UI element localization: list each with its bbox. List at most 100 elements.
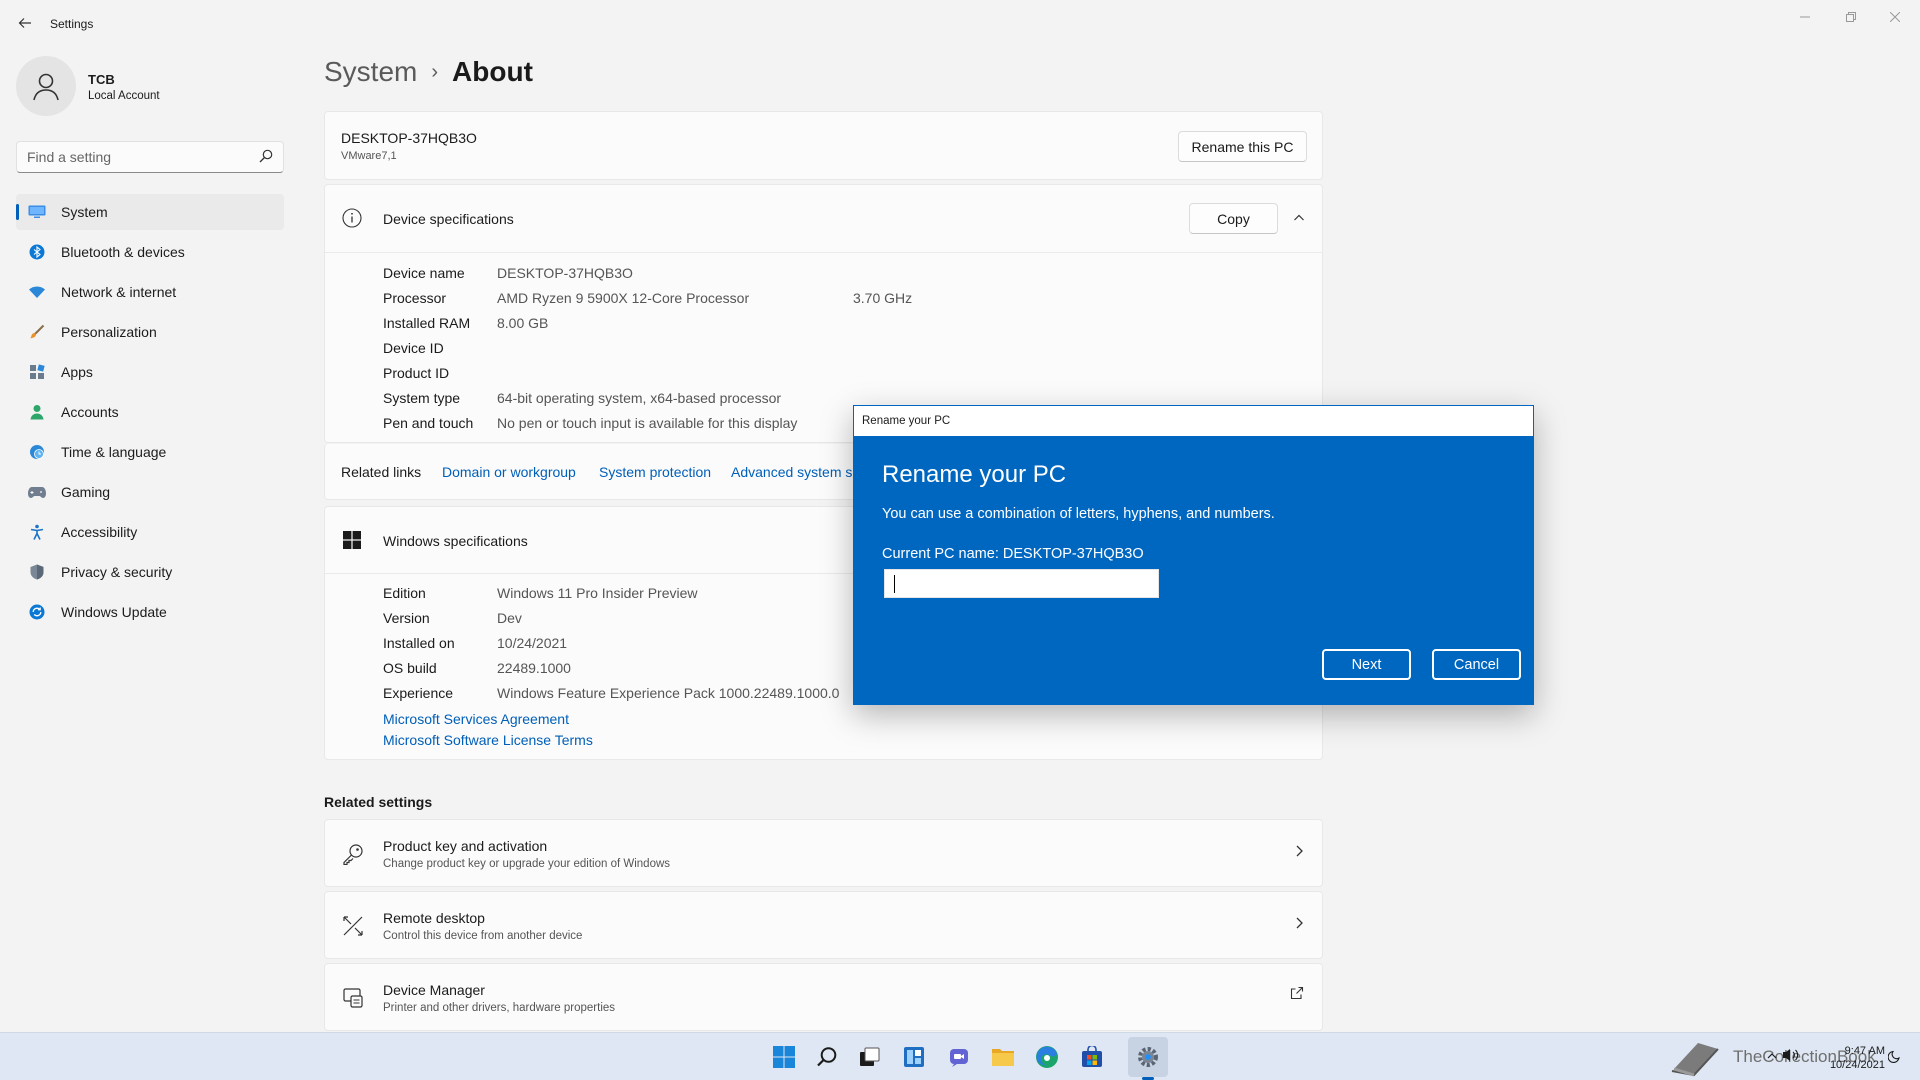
- spec-key: Processor: [383, 290, 447, 306]
- related-setting-remote-desktop[interactable]: Remote desktop Control this device from …: [324, 891, 1323, 959]
- controller-icon: [28, 483, 46, 501]
- spec-value: 64-bit operating system, x64-based proce…: [497, 390, 782, 406]
- spec-key: Installed RAM: [383, 315, 471, 331]
- sidebar-item-network[interactable]: Network & internet: [16, 274, 284, 310]
- chat-icon[interactable]: [945, 1043, 973, 1071]
- focus-assist-icon[interactable]: [1887, 1049, 1902, 1068]
- spec-row-device-id: Device ID: [383, 340, 497, 356]
- spec-value: DESKTOP-37HQB3O: [497, 265, 633, 281]
- text-cursor: [894, 575, 895, 593]
- window-title: Settings: [50, 17, 94, 31]
- related-settings-title: Related settings: [324, 794, 433, 810]
- shield-icon: [28, 563, 46, 581]
- taskbar-search-icon[interactable]: [813, 1043, 841, 1071]
- sidebar-item-system[interactable]: System: [16, 194, 284, 230]
- breadcrumb-parent[interactable]: System: [324, 56, 417, 87]
- divider: [325, 252, 1322, 253]
- microsoft-store-icon[interactable]: [1078, 1043, 1106, 1071]
- spec-key: Installed on: [383, 635, 455, 651]
- dialog-heading: Rename your PC: [882, 461, 1067, 488]
- related-links-label: Related links: [341, 464, 422, 480]
- spec-row-pen-touch: Pen and touch No pen or touch input is av…: [383, 415, 797, 431]
- windows-logo-icon: [343, 531, 361, 554]
- sidebar-item-personalization[interactable]: Personalization: [16, 314, 284, 350]
- pc-name: DESKTOP-37HQB3O: [341, 130, 477, 146]
- update-icon: [28, 603, 46, 621]
- new-pc-name-input[interactable]: [884, 569, 1159, 598]
- related-setting-name: Device Manager: [383, 982, 485, 998]
- sidebar-item-accessibility[interactable]: Accessibility: [16, 514, 284, 550]
- spec-key: Experience: [383, 685, 454, 701]
- monitor-icon: [28, 203, 46, 221]
- related-setting-desc: Change product key or upgrade your editi…: [383, 858, 671, 870]
- sidebar-item-gaming[interactable]: Gaming: [16, 474, 284, 510]
- sidebar-item-label: Accessibility: [61, 524, 138, 540]
- sidebar-item-label: Windows Update: [61, 604, 167, 620]
- volume-icon[interactable]: [1782, 1047, 1800, 1068]
- link-license-terms[interactable]: Microsoft Software License Terms: [383, 732, 593, 748]
- copy-button[interactable]: Copy: [1189, 203, 1278, 234]
- task-view-icon[interactable]: [856, 1043, 884, 1071]
- sidebar-item-label: Time & language: [61, 444, 167, 460]
- sidebar-item-time-language[interactable]: Time & language: [16, 434, 284, 470]
- spec-value: AMD Ryzen 9 5900X 12-Core Processor: [497, 290, 750, 306]
- taskbar: TheCollectionBook 9:47 AM 10/24/2021: [0, 1032, 1920, 1080]
- clock-time[interactable]: 9:47 AM: [1845, 1045, 1885, 1057]
- current-pc-name: Current PC name: DESKTOP-37HQB3O: [882, 546, 1144, 562]
- link-domain-workgroup[interactable]: Domain or workgroup: [442, 464, 576, 480]
- dialog-window-title: Rename your PC: [862, 415, 951, 427]
- widgets-icon[interactable]: [900, 1043, 928, 1071]
- sidebar-item-accounts[interactable]: Accounts: [16, 394, 284, 430]
- chevron-up-icon[interactable]: [1293, 211, 1305, 229]
- spec-key: Product ID: [383, 365, 450, 381]
- link-services-agreement[interactable]: Microsoft Services Agreement: [383, 711, 569, 727]
- breadcrumb: System › About: [324, 56, 533, 88]
- pc-name-card: DESKTOP-37HQB3O VMware7,1 Rename this PC: [324, 111, 1323, 180]
- pc-model: VMware7,1: [341, 150, 397, 162]
- settings-gear-icon[interactable]: [1134, 1043, 1162, 1071]
- spec-row-product-id: Product ID: [383, 365, 497, 381]
- spec-row-processor: Processor AMD Ryzen 9 5900X 12-Core Proce…: [383, 290, 983, 306]
- link-advanced-system-settings[interactable]: Advanced system se: [731, 464, 860, 480]
- related-setting-device-manager[interactable]: Device Manager Printer and other drivers…: [324, 963, 1323, 1031]
- minimize-button[interactable]: [1782, 6, 1828, 28]
- link-system-protection[interactable]: System protection: [599, 464, 711, 480]
- related-setting-name: Product key and activation: [383, 838, 548, 854]
- sidebar-item-privacy-security[interactable]: Privacy & security: [16, 554, 284, 590]
- start-icon[interactable]: [770, 1043, 798, 1071]
- title-bar: Settings: [0, 0, 1920, 48]
- sidebar-item-label: Network & internet: [61, 284, 177, 300]
- spec-key: Device ID: [383, 340, 444, 356]
- close-button[interactable]: [1872, 6, 1918, 28]
- device-manager-icon: [341, 986, 365, 1010]
- rename-pc-button[interactable]: Rename this PC: [1178, 131, 1307, 162]
- device-specs-header[interactable]: Device specifications Copy: [325, 185, 1322, 252]
- sidebar-nav: System Bluetooth & devices Network & int…: [16, 194, 284, 634]
- spec-value: Dev: [497, 610, 522, 626]
- dialog-title-bar[interactable]: Rename your PC: [854, 406, 1533, 436]
- wifi-icon: [28, 283, 46, 301]
- sidebar-item-apps[interactable]: Apps: [16, 354, 284, 390]
- search-icon[interactable]: [259, 149, 273, 168]
- edge-browser-icon[interactable]: [1033, 1043, 1061, 1071]
- cancel-button[interactable]: Cancel: [1432, 649, 1521, 680]
- sidebar-item-label: Personalization: [61, 324, 157, 340]
- spec-row-edition: Edition Windows 11 Pro Insider Preview: [383, 585, 697, 601]
- back-arrow-icon[interactable]: [14, 12, 36, 34]
- file-explorer-icon[interactable]: [989, 1043, 1017, 1071]
- related-setting-desc: Printer and other drivers, hardware prop…: [383, 1002, 616, 1014]
- sidebar-item-windows-update[interactable]: Windows Update: [16, 594, 284, 630]
- sidebar-item-bluetooth[interactable]: Bluetooth & devices: [16, 234, 284, 270]
- apps-icon: [28, 363, 46, 381]
- search-input[interactable]: [17, 142, 247, 172]
- chevron-up-icon[interactable]: [1766, 1049, 1778, 1067]
- next-button[interactable]: Next: [1322, 649, 1411, 680]
- clock-date[interactable]: 10/24/2021: [1830, 1059, 1885, 1071]
- sidebar-item-label: Privacy & security: [61, 564, 173, 580]
- page-title: About: [452, 56, 533, 87]
- related-setting-product-key[interactable]: Product key and activation Change produc…: [324, 819, 1323, 887]
- restore-button[interactable]: [1828, 6, 1874, 28]
- sidebar-item-label: Accounts: [61, 404, 119, 420]
- spec-row-ram: Installed RAM 8.00 GB: [383, 315, 548, 331]
- avatar[interactable]: [16, 56, 76, 116]
